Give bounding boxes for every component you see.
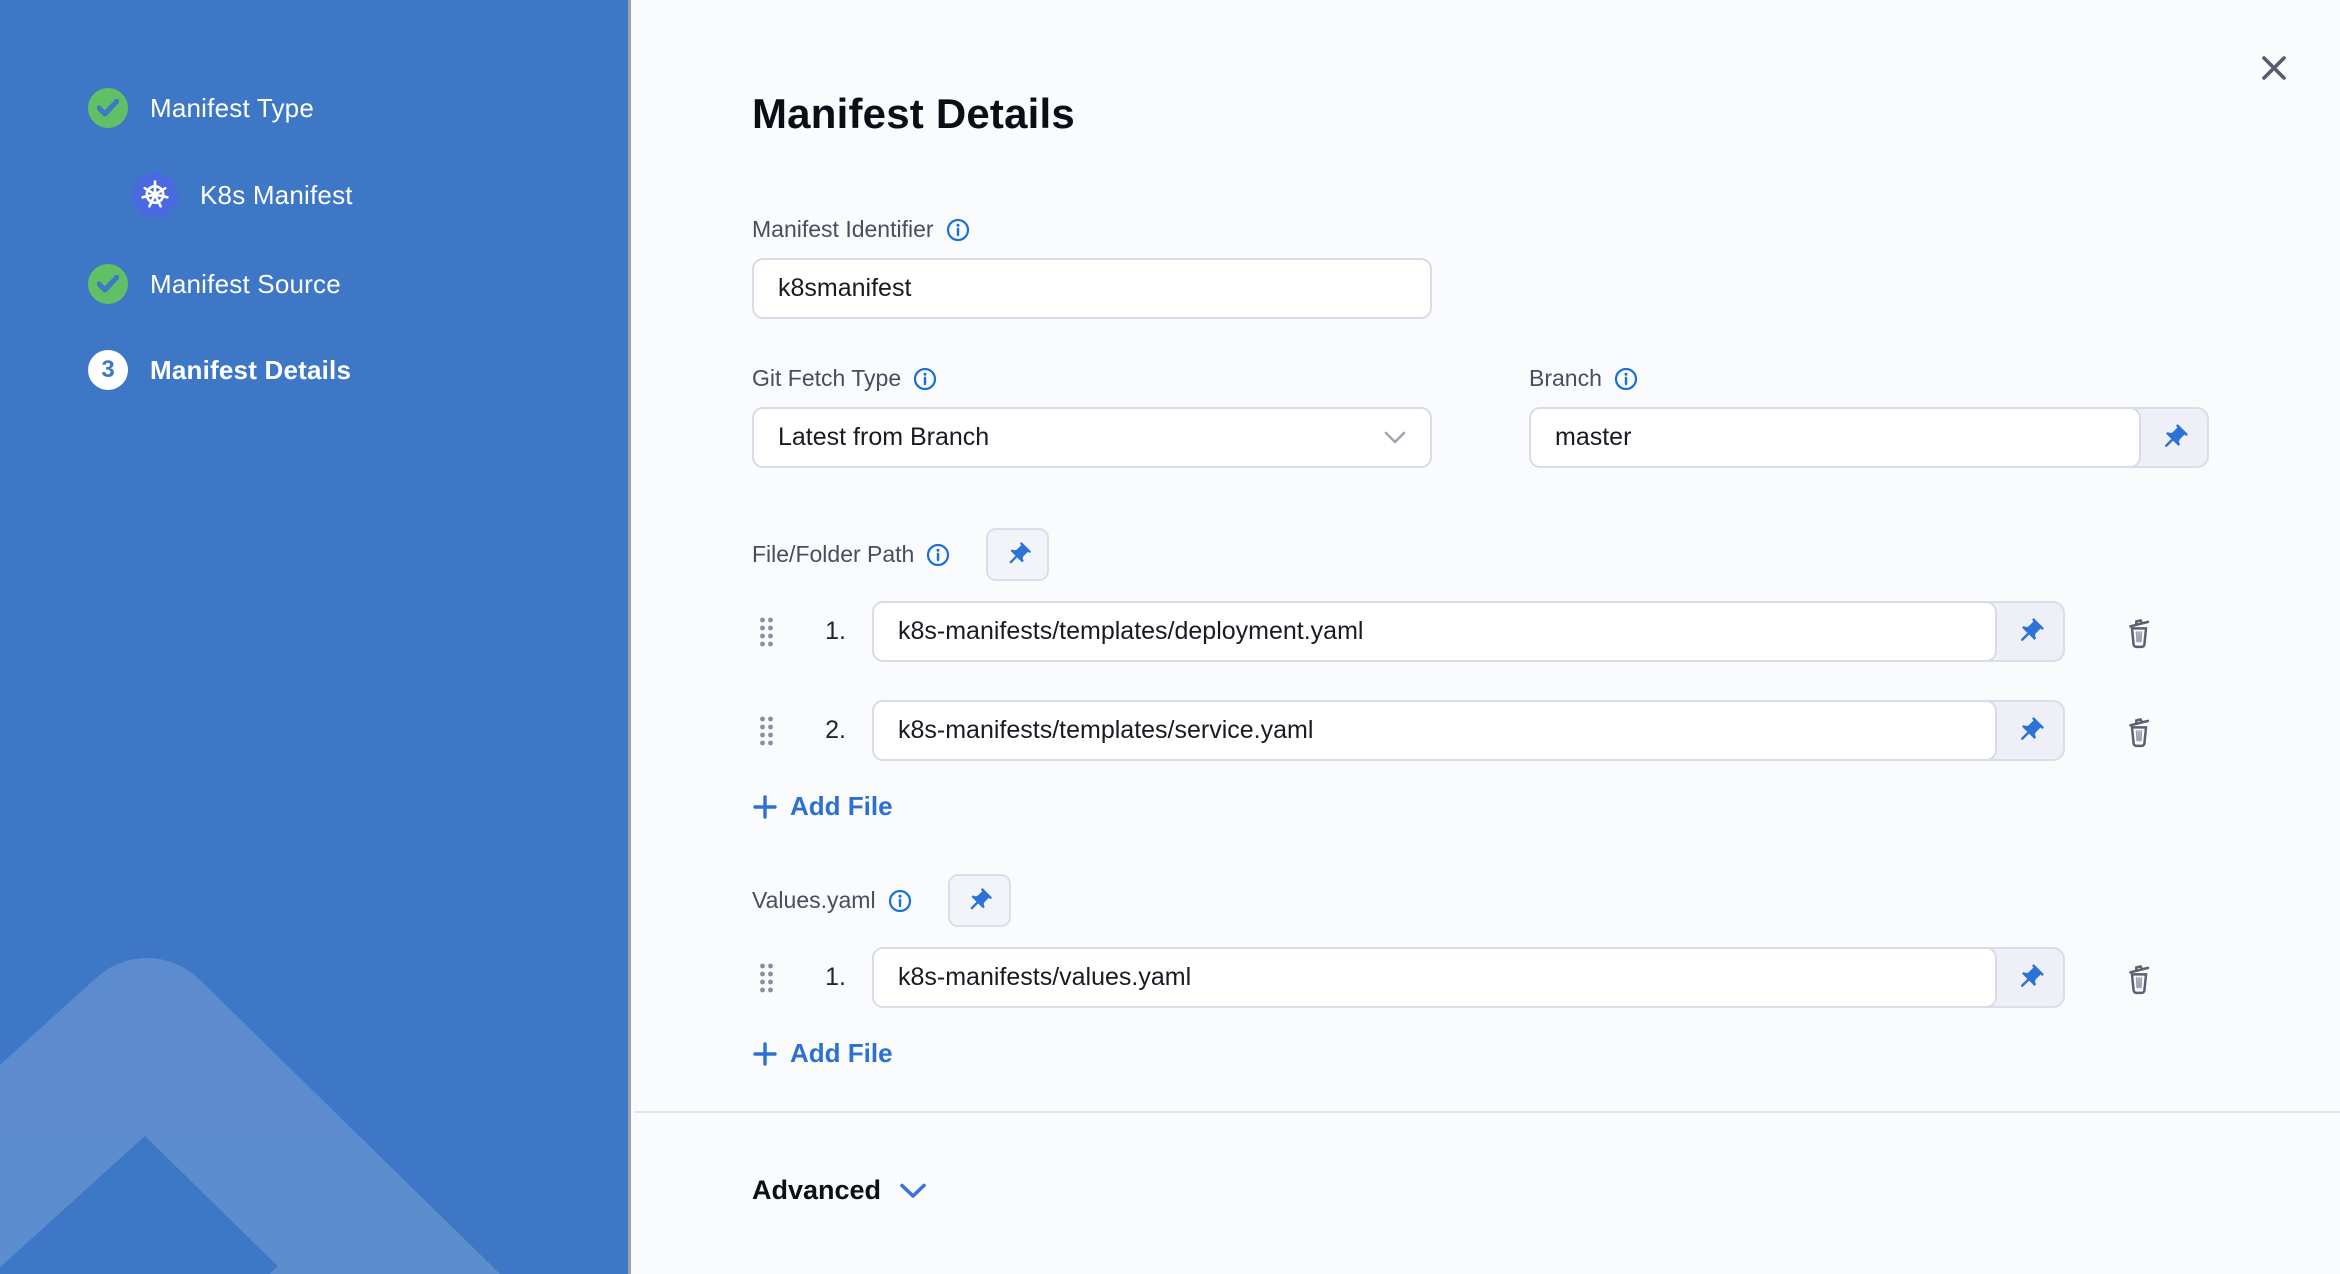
delete-row-button[interactable] — [2121, 712, 2157, 750]
git-fetch-type-field: Git Fetch Type Latest from Branch — [752, 365, 1432, 468]
chevron-down-icon — [900, 1183, 926, 1198]
file-path-row: 1. — [752, 601, 2340, 662]
add-file-label: Add File — [790, 791, 893, 821]
values-input-group — [872, 947, 2065, 1008]
branch-input[interactable] — [1529, 407, 2141, 468]
step-label: K8s Manifest — [200, 179, 353, 210]
advanced-toggle[interactable]: Advanced — [752, 1175, 927, 1206]
trash-icon — [2129, 717, 2150, 747]
section-divider — [634, 1111, 2340, 1113]
pin-icon[interactable] — [1997, 702, 2063, 759]
pin-icon[interactable] — [1997, 949, 2063, 1006]
sidebar-step-manifest-type[interactable]: Manifest Type — [88, 88, 628, 128]
delete-row-button[interactable] — [2121, 613, 2157, 651]
step-complete-check-icon — [88, 264, 128, 304]
branch-field: Branch — [1529, 365, 2209, 468]
pin-icon — [970, 887, 992, 909]
wizard-sidebar: Manifest Type K8s Manifest Manifest Sour… — [0, 0, 631, 1274]
info-icon[interactable] — [913, 367, 937, 391]
branch-input-group — [1529, 407, 2209, 468]
file-path-input[interactable] — [872, 601, 1997, 662]
sidebar-substep-k8s-manifest[interactable]: K8s Manifest — [88, 172, 628, 218]
git-fetch-type-select[interactable]: Latest from Branch — [752, 407, 1432, 468]
pin-all-values-button[interactable] — [947, 874, 1011, 927]
pin-icon — [1009, 541, 1031, 563]
plus-icon — [753, 794, 777, 819]
values-path-input[interactable] — [872, 947, 1997, 1008]
info-icon[interactable] — [888, 889, 912, 913]
chevron-down-icon — [1384, 431, 1406, 444]
drag-handle-icon[interactable] — [758, 715, 778, 747]
close-button[interactable] — [2254, 48, 2294, 88]
row-number: 1. — [825, 617, 846, 645]
pin-all-paths-button[interactable] — [986, 528, 1050, 581]
step-label: Manifest Details — [150, 354, 352, 385]
manifest-identifier-input[interactable] — [752, 258, 1432, 319]
drag-handle-icon[interactable] — [758, 962, 778, 994]
close-icon — [2262, 56, 2286, 80]
sidebar-step-manifest-source[interactable]: Manifest Source — [88, 264, 628, 304]
add-file-label: Add File — [790, 1038, 893, 1068]
info-icon[interactable] — [926, 543, 950, 567]
step-label: Manifest Source — [150, 268, 341, 299]
branch-label: Branch — [1529, 365, 1602, 391]
drag-handle-icon[interactable] — [758, 616, 778, 648]
values-file-row: 1. — [752, 947, 2340, 1008]
git-fetch-type-value: Latest from Branch — [778, 423, 990, 451]
info-icon[interactable] — [946, 218, 970, 242]
sidebar-step-manifest-details[interactable]: 3 Manifest Details — [88, 350, 628, 390]
values-yaml-label: Values.yaml — [752, 887, 876, 913]
harness-logo-watermark — [0, 958, 501, 1274]
plus-icon — [753, 1041, 777, 1066]
add-values-file-button[interactable]: Add File — [752, 1038, 893, 1069]
file-folder-path-label: File/Folder Path — [752, 541, 915, 567]
pin-icon[interactable] — [2141, 409, 2207, 466]
row-number: 1. — [825, 963, 846, 991]
trash-icon — [2129, 964, 2150, 994]
row-number: 2. — [825, 716, 846, 744]
file-path-input-group — [872, 601, 2065, 662]
trash-icon — [2129, 618, 2150, 648]
step-complete-check-icon — [88, 88, 128, 128]
step-label: Manifest Type — [150, 92, 314, 123]
step-number-badge: 3 — [88, 350, 128, 390]
file-path-row: 2. — [752, 700, 2340, 761]
git-fetch-type-label: Git Fetch Type — [752, 365, 902, 391]
add-file-button[interactable]: Add File — [752, 791, 893, 822]
wizard-steps: Manifest Type K8s Manifest Manifest Sour… — [0, 0, 628, 390]
delete-row-button[interactable] — [2121, 959, 2157, 997]
page-title: Manifest Details — [752, 90, 1075, 137]
manifest-details-panel: Manifest Details Manifest Identifier Git… — [634, 0, 2340, 1274]
manifest-identifier-label: Manifest Identifier — [752, 216, 934, 242]
info-icon[interactable] — [1614, 367, 1638, 391]
kubernetes-icon — [132, 172, 178, 218]
pin-icon[interactable] — [1997, 603, 2063, 660]
file-path-input[interactable] — [872, 700, 1997, 761]
advanced-label: Advanced — [752, 1175, 882, 1205]
file-path-input-group — [872, 700, 2065, 761]
